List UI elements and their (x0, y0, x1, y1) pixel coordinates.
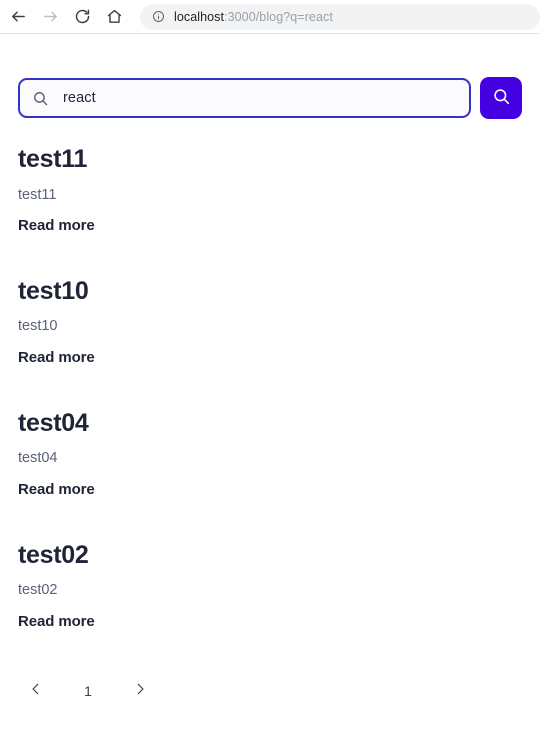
post-excerpt: test11 (18, 186, 57, 203)
back-button[interactable] (4, 3, 32, 31)
post-title[interactable]: test04 (18, 409, 522, 438)
post-excerpt: test04 (18, 450, 58, 467)
search-submit-button[interactable] (480, 77, 522, 119)
read-more-link[interactable]: Read more (18, 349, 95, 366)
read-more-link[interactable]: Read more (18, 217, 95, 234)
url-text: localhost:3000/blog?q=react (174, 10, 333, 24)
read-more-link[interactable]: Read more (18, 481, 95, 498)
pagination-prev-button[interactable] (18, 674, 54, 708)
back-arrow-icon (10, 8, 27, 25)
pagination-next-button[interactable] (122, 674, 158, 708)
page-content: test11 test11 Read more test10 test10 Re… (0, 34, 540, 735)
blog-post-list: test11 test11 Read more test10 test10 Re… (18, 145, 522, 631)
reload-button[interactable] (68, 3, 96, 31)
post-excerpt: test10 (18, 318, 58, 335)
blog-post-item: test11 test11 Read more (18, 145, 522, 235)
blog-post-item: test02 test02 Read more (18, 541, 522, 631)
blog-post-item: test10 test10 Read more (18, 277, 522, 367)
url-host: localhost (174, 9, 225, 24)
info-circle-icon[interactable] (152, 10, 165, 23)
read-more-link[interactable]: Read more (18, 613, 95, 630)
pagination: 1 (18, 674, 522, 708)
address-bar[interactable]: localhost:3000/blog?q=react (140, 3, 540, 30)
post-title[interactable]: test10 (18, 277, 522, 306)
blog-post-item: test04 test04 Read more (18, 409, 522, 499)
forward-button[interactable] (36, 3, 64, 31)
reload-icon (74, 8, 91, 25)
chevron-left-icon (29, 682, 43, 699)
forward-arrow-icon (42, 8, 59, 25)
home-button[interactable] (100, 3, 128, 31)
post-title[interactable]: test02 (18, 541, 522, 570)
search-icon (492, 87, 511, 109)
search-field-wrapper[interactable] (18, 78, 471, 118)
chevron-right-icon (133, 682, 147, 699)
home-icon (106, 8, 123, 25)
search-bar (18, 34, 522, 119)
browser-toolbar: localhost:3000/blog?q=react (0, 0, 540, 34)
post-title[interactable]: test11 (18, 145, 522, 174)
search-input[interactable] (63, 90, 457, 106)
url-path: :3000/blog?q=react (224, 9, 333, 24)
pagination-page-1[interactable]: 1 (70, 674, 106, 708)
search-icon (32, 90, 49, 107)
post-excerpt: test02 (18, 582, 58, 599)
